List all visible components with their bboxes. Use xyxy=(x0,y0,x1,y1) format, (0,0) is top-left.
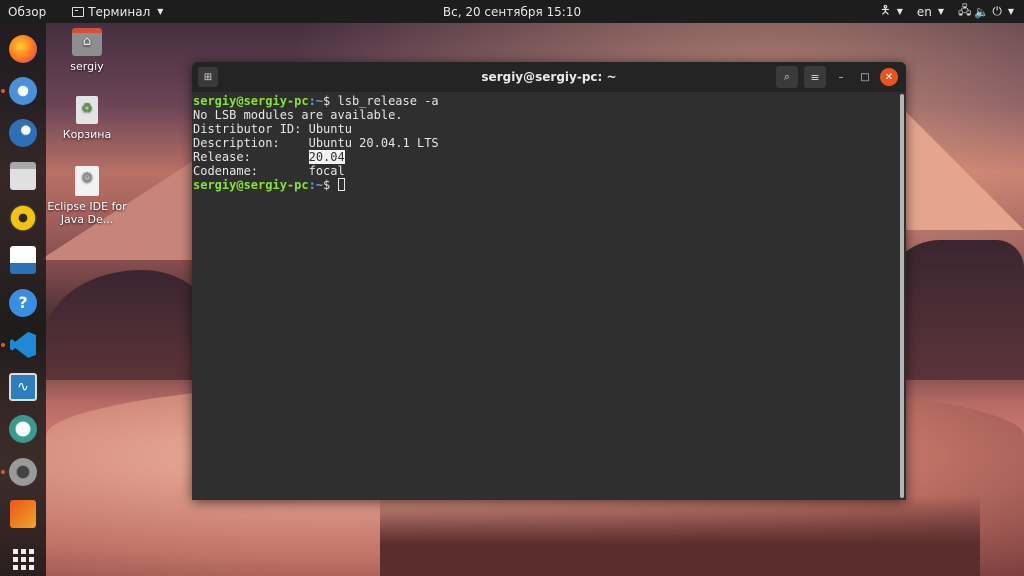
language-menu[interactable]: en ▼ xyxy=(917,5,944,19)
terminal-output[interactable]: sergiy@sergiy-pc:~$ lsb_release -a No LS… xyxy=(192,92,898,500)
help-icon: ? xyxy=(9,289,37,317)
app-menu[interactable]: Терминал ▼ xyxy=(72,5,163,19)
dock-files[interactable] xyxy=(6,159,40,192)
accessibility-icon: 🯅 xyxy=(880,1,891,22)
new-tab-icon[interactable]: ⊞ xyxy=(198,67,218,87)
writer-icon xyxy=(10,246,36,274)
prompt-symbol: $ xyxy=(323,178,337,192)
dock-chromium[interactable] xyxy=(6,74,40,107)
files-icon xyxy=(10,162,36,190)
network-icon: 🖧 xyxy=(958,1,971,22)
apps-grid-icon xyxy=(13,549,34,570)
eclipse-launcher-icon xyxy=(75,166,99,196)
dock-thunderbird[interactable] xyxy=(6,117,40,150)
clock[interactable]: Вс, 20 сентября 15:10 xyxy=(443,5,581,19)
terminal-window[interactable]: ⊞ sergiy@sergiy-pc: ~ ⌕ ≡ – □ ✕ sergiy@s… xyxy=(192,62,906,500)
settings-icon xyxy=(9,458,37,486)
desktop-icon-label: Eclipse IDE for Java De... xyxy=(42,200,132,226)
prompt-symbol: $ xyxy=(323,94,337,108)
output-line: Codename: focal xyxy=(193,164,897,178)
text-cursor xyxy=(338,178,345,191)
prompt-user: sergiy@sergiy-pc xyxy=(193,94,309,108)
dock: ? ∿ xyxy=(0,23,46,576)
running-indicator xyxy=(1,343,5,347)
terminal-icon xyxy=(72,7,84,17)
dock-firefox[interactable] xyxy=(6,32,40,65)
wallpaper-trees xyxy=(380,496,980,576)
vscode-icon xyxy=(10,332,36,358)
terminal-titlebar[interactable]: ⊞ sergiy@sergiy-pc: ~ ⌕ ≡ – □ ✕ xyxy=(192,62,906,92)
release-label: Release: xyxy=(193,150,309,164)
dock-rhythmbox[interactable] xyxy=(6,201,40,234)
maximize-button[interactable]: □ xyxy=(856,68,874,86)
chevron-down-icon: ▼ xyxy=(157,7,163,16)
chevron-down-icon: ▼ xyxy=(1008,7,1014,16)
desktop-icon-label: sergiy xyxy=(42,60,132,73)
selected-text[interactable]: 20.04 xyxy=(309,150,345,164)
dock-settings[interactable] xyxy=(6,455,40,488)
dock-remmina[interactable] xyxy=(6,413,40,446)
firefox-icon xyxy=(9,35,37,63)
close-button[interactable]: ✕ xyxy=(880,68,898,86)
dock-help[interactable]: ? xyxy=(6,286,40,319)
chromium-icon xyxy=(9,77,37,105)
desktop-icon-trash[interactable]: Корзина xyxy=(42,96,132,141)
output-line: Release: 20.04 xyxy=(193,150,897,164)
trash-icon xyxy=(76,96,98,124)
desktop-icon-label: Корзина xyxy=(42,128,132,141)
wallpaper-forest xyxy=(46,270,206,380)
home-folder-icon xyxy=(72,28,102,56)
desktop-icon-home[interactable]: sergiy xyxy=(42,28,132,73)
top-bar: Обзор Терминал ▼ Вс, 20 сентября 15:10 🯅… xyxy=(0,0,1024,23)
remmina-icon xyxy=(9,415,37,443)
running-indicator xyxy=(1,470,5,474)
show-applications-button[interactable] xyxy=(6,543,40,576)
thunderbird-icon xyxy=(9,119,37,147)
system-menu[interactable]: 🖧 🔈 ⏻ ▼ xyxy=(958,1,1014,22)
running-indicator xyxy=(1,89,5,93)
output-line: Description: Ubuntu 20.04.1 LTS xyxy=(193,136,897,150)
output-line: No LSB modules are available. xyxy=(193,108,897,122)
scrollbar[interactable] xyxy=(900,94,904,498)
chevron-down-icon: ▼ xyxy=(897,7,903,16)
app-menu-label: Терминал xyxy=(88,5,150,19)
desktop-icon-eclipse[interactable]: Eclipse IDE for Java De... xyxy=(42,166,132,226)
prompt-path: :~ xyxy=(309,178,323,192)
rhythmbox-icon xyxy=(9,204,37,232)
hamburger-menu-icon[interactable]: ≡ xyxy=(804,66,826,88)
minimize-button[interactable]: – xyxy=(832,68,850,86)
system-monitor-icon: ∿ xyxy=(9,373,37,401)
volume-icon: 🔈 xyxy=(974,5,989,19)
dock-libreoffice-writer[interactable] xyxy=(6,244,40,277)
prompt-path: :~ xyxy=(309,94,323,108)
dock-vscode[interactable] xyxy=(6,328,40,361)
command-line: sergiy@sergiy-pc:~$ lsb_release -a xyxy=(193,94,897,108)
search-icon[interactable]: ⌕ xyxy=(776,66,798,88)
dock-system-monitor[interactable]: ∿ xyxy=(6,371,40,404)
accessibility-menu[interactable]: 🯅 ▼ xyxy=(880,1,903,22)
output-line: Distributor ID: Ubuntu xyxy=(193,122,897,136)
prompt-line[interactable]: sergiy@sergiy-pc:~$ xyxy=(193,178,897,192)
dock-ubuntu-software[interactable] xyxy=(6,497,40,530)
ubuntu-software-icon xyxy=(10,500,36,528)
command-text: lsb_release -a xyxy=(338,94,439,108)
power-icon: ⏻ xyxy=(992,4,1002,19)
chevron-down-icon: ▼ xyxy=(938,7,944,16)
activities-button[interactable]: Обзор xyxy=(0,5,54,19)
language-label: en xyxy=(917,5,932,19)
prompt-user: sergiy@sergiy-pc xyxy=(193,178,309,192)
